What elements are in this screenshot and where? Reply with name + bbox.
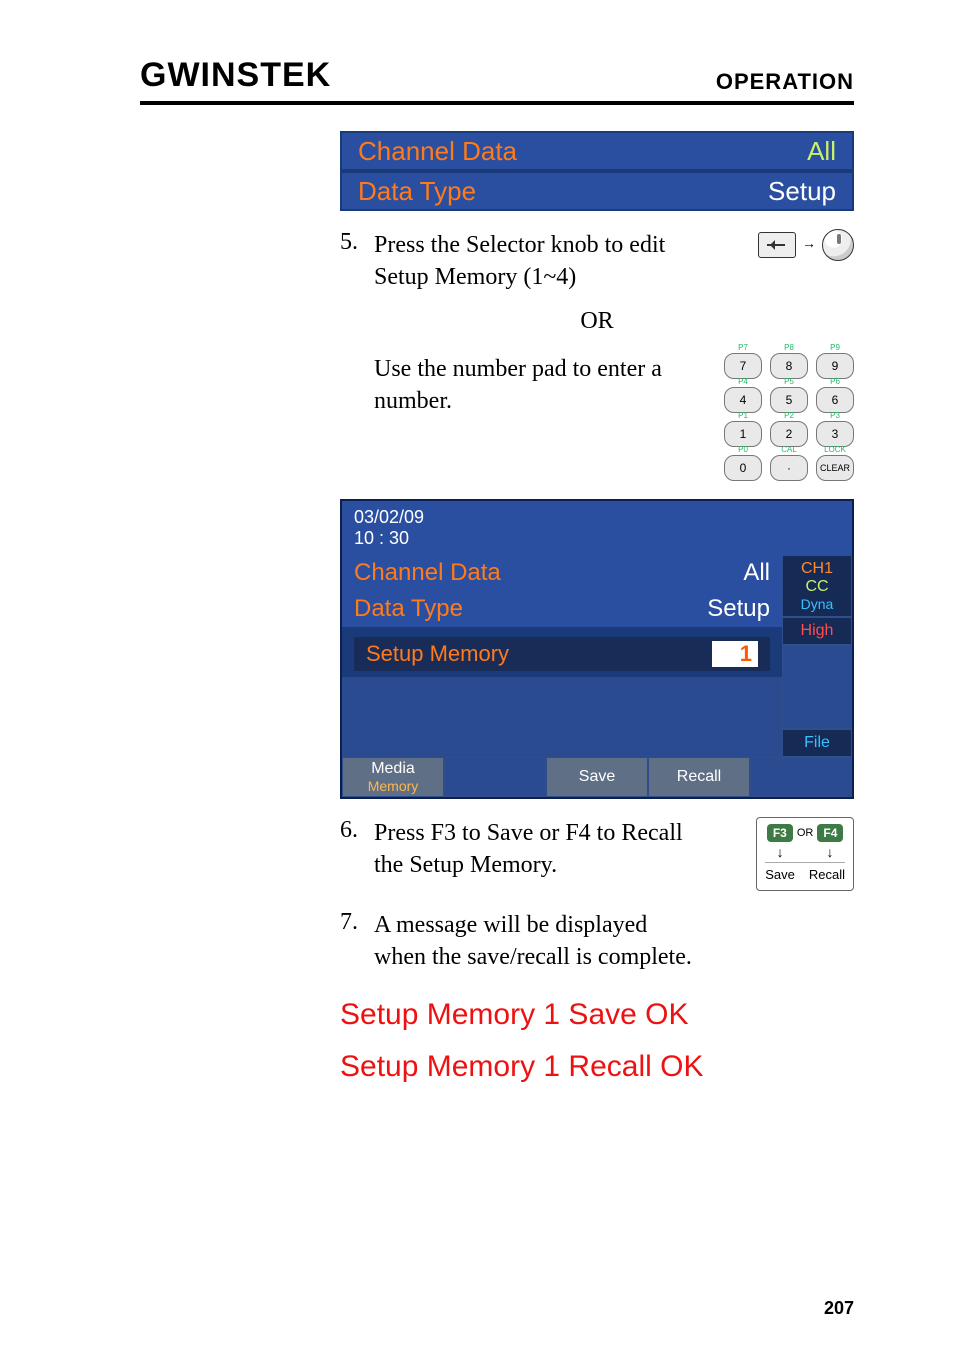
selector-icon: [758, 232, 796, 258]
step-6-number: 6.: [340, 817, 374, 844]
lcd-row-channel: Channel Data All: [342, 555, 782, 591]
step-5-number: 5.: [340, 229, 374, 256]
f3-key-icon: F3: [767, 824, 793, 842]
soft-empty-2: [750, 757, 852, 797]
lcd-date: 03/02/09: [354, 507, 424, 527]
key-6: P66: [816, 387, 854, 413]
key-3: P33: [816, 421, 854, 447]
message-recall-ok: Setup Memory 1 Recall OK: [340, 1050, 854, 1084]
side-file: File: [782, 729, 852, 757]
f4-key-icon: F4: [817, 824, 843, 842]
bar-type-label: Data Type: [358, 176, 476, 207]
key-7: P77: [724, 353, 762, 379]
or-separator: OR: [340, 308, 854, 335]
top-display-bars: Channel Data All Data Type Setup: [340, 131, 854, 211]
lcd-setup-label: Setup Memory: [366, 641, 509, 667]
soft-recall: Recall: [648, 757, 750, 797]
bar-channel-value: All: [807, 136, 836, 167]
key-0: P00: [724, 455, 762, 481]
soft-save: Save: [546, 757, 648, 797]
side-high: High: [782, 617, 852, 645]
soft-key-row: Media Memory Save Recall: [342, 757, 852, 797]
brand-logo: GWINSTEK: [140, 56, 331, 95]
device-screen: 03/02/09 10 : 30 Channel Data All Data T…: [340, 499, 854, 799]
key-2: P22: [770, 421, 808, 447]
side-ch1: CH1 CC Dyna: [782, 555, 852, 617]
key-4: P44: [724, 387, 762, 413]
key-5: P55: [770, 387, 808, 413]
selector-knob-graphic: →: [758, 229, 854, 261]
lcd-type-label: Data Type: [354, 595, 463, 623]
lcd-channel-value: All: [743, 559, 770, 587]
key-1: P11: [724, 421, 762, 447]
lcd-time: 10 : 30: [354, 528, 409, 548]
soft-media-memory: Media Memory: [342, 757, 444, 797]
bar-data-type: Data Type Setup: [340, 171, 854, 211]
lcd-row-type: Data Type Setup: [342, 591, 782, 627]
lcd-setup-value: 1: [712, 641, 758, 667]
step-5-text: Press the Selector knob to edit Setup Me…: [374, 229, 694, 294]
section-title: OPERATION: [716, 69, 854, 95]
number-pad-graphic: P77 P88 P99 P44 P55 P66 P11 P22 P33 P00 …: [724, 353, 854, 481]
message-save-ok: Setup Memory 1 Save OK: [340, 998, 854, 1032]
step-7-text: A message will be displayed when the sav…: [374, 909, 694, 974]
bar-channel-data: Channel Data All: [340, 131, 854, 171]
arrow-down-icon: ↓: [777, 844, 784, 860]
bar-channel-label: Channel Data: [358, 136, 517, 167]
key-clear: LOCKCLEAR: [816, 455, 854, 481]
fkey-diagram: F3 OR F4 ↓ ↓ Save Recall: [756, 817, 854, 891]
soft-empty: [444, 757, 546, 797]
step-7-number: 7.: [340, 909, 374, 936]
fkey-save-label: Save: [765, 867, 795, 882]
step-5b-text: Use the number pad to enter a number.: [374, 353, 694, 418]
lcd-type-value: Setup: [707, 595, 770, 623]
key-9: P99: [816, 353, 854, 379]
page-number: 207: [824, 1298, 854, 1319]
lcd-channel-label: Channel Data: [354, 559, 501, 587]
key-dot: CAL·: [770, 455, 808, 481]
arrow-right-icon: →: [802, 237, 816, 253]
key-8: P88: [770, 353, 808, 379]
step-6-text: Press F3 to Save or F4 to Recall the Set…: [374, 817, 694, 882]
lcd-setup-memory-row: Setup Memory 1: [354, 637, 770, 671]
rotary-knob-icon: [822, 229, 854, 261]
bar-type-value: Setup: [768, 176, 836, 207]
arrow-down-icon: ↓: [827, 844, 834, 860]
fkey-recall-label: Recall: [809, 867, 845, 882]
fkey-or: OR: [797, 827, 814, 839]
